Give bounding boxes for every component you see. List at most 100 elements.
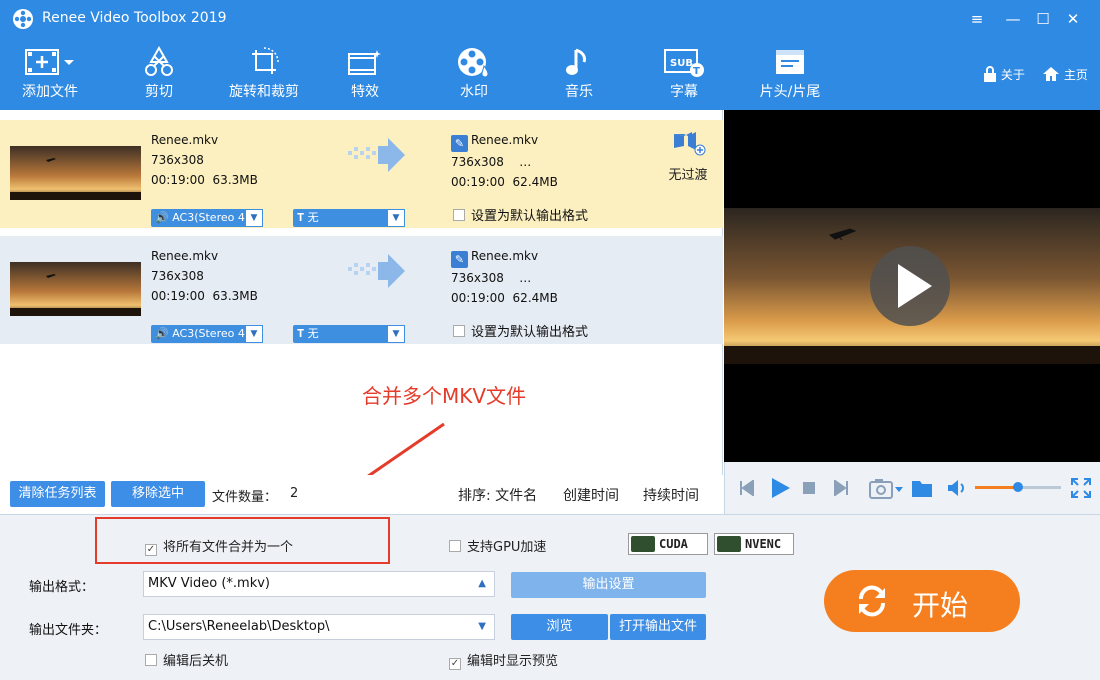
default-format-checkbox[interactable] <box>453 325 465 337</box>
more-options[interactable]: … <box>519 155 531 169</box>
svg-text:SUB: SUB <box>670 58 693 69</box>
browse-button[interactable]: 浏览 <box>511 614 608 640</box>
stop-icon[interactable] <box>803 482 815 494</box>
source-filename: Renee.mkv <box>151 249 219 263</box>
source-resolution: 736x308 <box>151 269 204 283</box>
gpu-label: 支持GPU加速 <box>467 540 547 555</box>
text-icon: 𝐓 <box>297 211 305 224</box>
sort-by-name[interactable]: 排序: 文件名 <box>458 485 537 505</box>
chevron-down-icon: ▼ <box>478 621 486 632</box>
preview-checkbox[interactable]: ✓ <box>449 658 461 670</box>
audio-track-value: AC3(Stereo 4 <box>172 211 245 224</box>
add-file-button[interactable]: 添加文件 <box>5 46 95 101</box>
menu-button[interactable]: ≡ <box>964 6 990 32</box>
default-format-option[interactable]: 设置为默认输出格式 <box>453 323 588 343</box>
title-bar: Renee Video Toolbox 2019 ≡ — ☐ ✕ <box>0 0 1100 38</box>
refresh-icon <box>859 585 885 617</box>
chevron-down-icon: ▼ <box>245 325 263 343</box>
default-format-label: 设置为默认输出格式 <box>471 325 589 340</box>
lock-icon <box>984 66 996 82</box>
cut-button[interactable]: 剪切 <box>114 46 204 101</box>
shutdown-option[interactable]: 编辑后关机 <box>145 650 228 669</box>
subtitle-button[interactable]: SUB T 字幕 <box>639 46 729 101</box>
output-size: 62.4MB <box>512 291 558 305</box>
output-resolution: 736x308 <box>451 271 504 285</box>
snapshot-icon[interactable] <box>869 477 903 499</box>
next-icon[interactable] <box>833 480 849 496</box>
sort-by-created[interactable]: 创建时间 <box>563 485 619 505</box>
edit-icon[interactable]: ✎ <box>451 251 468 268</box>
minimize-button[interactable]: — <box>1000 6 1026 32</box>
audio-track-select[interactable]: 🔊 AC3(Stereo 4 ▼ <box>151 209 263 227</box>
gpu-checkbox[interactable] <box>449 540 461 552</box>
rotate-crop-button[interactable]: 旋转和裁剪 <box>219 46 309 101</box>
previous-icon[interactable] <box>739 480 755 496</box>
video-preview[interactable] <box>724 110 1100 462</box>
output-filename: Renee.mkv <box>471 133 539 147</box>
folder-icon[interactable] <box>911 478 933 498</box>
output-resolution: 736x308 <box>451 155 504 169</box>
text-icon: 𝐓 <box>297 327 305 340</box>
maximize-button[interactable]: ☐ <box>1030 6 1056 32</box>
shutdown-label: 编辑后关机 <box>163 654 229 669</box>
nvidia-logo-icon <box>631 536 655 552</box>
close-button[interactable]: ✕ <box>1060 6 1086 32</box>
watermark-button[interactable]: 水印 <box>429 46 519 101</box>
convert-arrow-icon <box>348 254 405 288</box>
watermark-icon <box>458 48 489 78</box>
music-button[interactable]: 音乐 <box>534 46 624 101</box>
transition-button[interactable]: 无过渡 <box>664 128 712 183</box>
audio-track-select[interactable]: 🔊 AC3(Stereo 4 ▼ <box>151 325 263 343</box>
fullscreen-icon[interactable] <box>1071 478 1091 498</box>
add-file-label: 添加文件 <box>22 84 78 100</box>
clear-list-button[interactable]: 清除任务列表 <box>10 481 105 507</box>
preview-option[interactable]: ✓ 编辑时显示预览 <box>449 650 558 670</box>
sunset-thumbnail-image <box>10 262 141 316</box>
home-link[interactable]: 主页 <box>1042 66 1088 83</box>
audio-track-value: AC3(Stereo 4 <box>172 327 245 340</box>
chevron-down-icon: ▼ <box>387 209 405 227</box>
open-output-button[interactable]: 打开输出文件 <box>610 614 706 640</box>
volume-icon[interactable] <box>947 479 967 497</box>
start-button[interactable]: 开始 <box>824 570 1020 632</box>
output-folder-value: C:\Users\Reneelab\Desktop\ <box>148 619 330 634</box>
volume-handle[interactable] <box>1013 482 1023 492</box>
about-link[interactable]: 关于 <box>983 66 1025 83</box>
edit-icon[interactable]: ✎ <box>451 135 468 152</box>
subtitle-track-value: 无 <box>307 327 319 340</box>
subtitle-icon: SUB T <box>664 49 704 77</box>
default-format-checkbox[interactable] <box>453 209 465 221</box>
sort-by-duration[interactable]: 持续时间 <box>643 485 699 505</box>
nvenc-badge: NVENC <box>714 533 794 555</box>
file-row[interactable]: Renee.mkv 736x308 00:19:00 63.3MB ✎ Renee… <box>0 120 723 228</box>
convert-arrow-icon <box>348 138 405 172</box>
chevron-down-icon: ▼ <box>245 209 263 227</box>
merge-option[interactable]: ✓ 将所有文件合并为一个 <box>145 536 293 556</box>
music-icon <box>566 48 586 75</box>
speaker-icon: 🔊 <box>155 327 169 340</box>
gpu-option[interactable]: 支持GPU加速 <box>449 536 546 555</box>
output-folder-select[interactable]: C:\Users\Reneelab\Desktop\ ▼ <box>143 614 495 640</box>
default-format-option[interactable]: 设置为默认输出格式 <box>453 207 588 227</box>
list-actions-bar: 清除任务列表 移除选中 文件数量： 2 排序: 文件名 创建时间 持续时间 <box>0 475 723 514</box>
file-row[interactable]: Renee.mkv 736x308 00:19:00 63.3MB ✎ Renee… <box>0 236 723 344</box>
annotation-text: 合并多个MKV文件 <box>362 384 527 408</box>
main-toolbar: 添加文件 剪切 旋转和裁剪 特效 水印 音乐 SUB T 字幕 片头/片尾 关于… <box>0 38 1100 110</box>
subtitle-track-select[interactable]: 𝐓 无 ▼ <box>293 325 405 343</box>
more-options[interactable]: … <box>519 271 531 285</box>
remove-selected-button[interactable]: 移除选中 <box>111 481 205 507</box>
effects-button[interactable]: 特效 <box>320 46 410 101</box>
shutdown-checkbox[interactable] <box>145 654 157 666</box>
intro-outro-label: 片头/片尾 <box>759 84 821 100</box>
svg-text:T: T <box>693 66 700 77</box>
volume-slider[interactable] <box>975 482 1061 492</box>
output-settings-button[interactable]: 输出设置 <box>511 572 706 598</box>
output-format-select[interactable]: MKV Video (*.mkv) ▲ <box>143 571 495 597</box>
transition-label: 无过渡 <box>668 168 708 183</box>
play-icon[interactable] <box>769 477 791 499</box>
merge-checkbox[interactable]: ✓ <box>145 544 157 556</box>
chevron-up-icon: ▲ <box>478 578 486 589</box>
intro-outro-button[interactable]: 片头/片尾 <box>744 46 836 101</box>
subtitle-track-select[interactable]: 𝐓 无 ▼ <box>293 209 405 227</box>
default-format-label: 设置为默认输出格式 <box>471 209 589 224</box>
